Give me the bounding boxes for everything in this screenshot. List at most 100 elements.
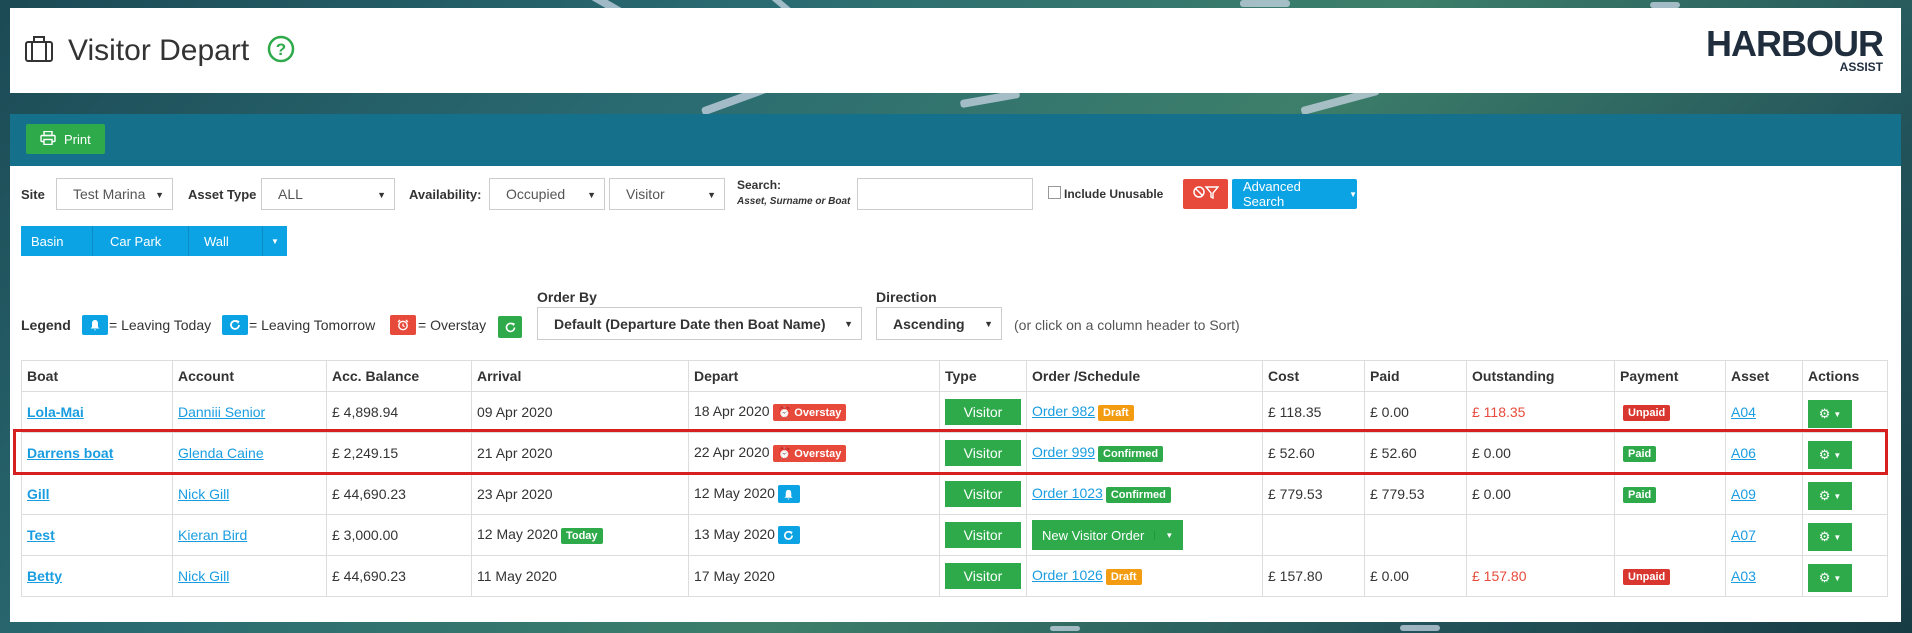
account-link[interactable]: Nick Gill (178, 486, 229, 502)
draft-badge: Draft (1098, 404, 1134, 421)
site-select[interactable]: Test Marina ▼ (56, 178, 173, 210)
paid: £ 0.00 (1364, 555, 1467, 597)
asset-link[interactable]: A04 (1731, 404, 1756, 420)
boat-link[interactable]: Betty (27, 568, 62, 584)
actions-button[interactable]: ⚙ ▼ (1808, 400, 1852, 428)
actions-button[interactable]: ⚙ ▼ (1808, 441, 1852, 469)
actions-button[interactable]: ⚙ ▼ (1808, 523, 1852, 551)
boat-link[interactable]: Darrens boat (27, 445, 113, 461)
actions-button[interactable]: ⚙ ▼ (1808, 482, 1852, 510)
actions-button[interactable]: ⚙ ▼ (1808, 564, 1852, 592)
column-account[interactable]: Account (172, 360, 327, 392)
wall-dropdown[interactable]: Wall ▼ (194, 226, 287, 256)
type-visitor-button[interactable]: Visitor (945, 481, 1021, 507)
type-visitor-button[interactable]: Visitor (945, 440, 1021, 466)
outstanding (1466, 514, 1615, 556)
print-button[interactable]: Print (26, 124, 105, 154)
column-payment[interactable]: Payment (1614, 360, 1726, 392)
clear-filter-icon (1192, 185, 1219, 203)
chevron-down-icon: ▼ (587, 190, 596, 200)
asset-link[interactable]: A09 (1731, 486, 1756, 502)
clear-filter-button[interactable] (1183, 179, 1228, 209)
asset-link[interactable]: A07 (1731, 527, 1756, 543)
site-label: Site (21, 187, 45, 202)
order-link[interactable]: Order 982 (1032, 403, 1095, 419)
account-link[interactable]: Nick Gill (178, 568, 229, 584)
paid (1364, 514, 1467, 556)
asset-type-select[interactable]: ALL ▼ (261, 178, 395, 210)
toolbar: Print (10, 114, 1901, 166)
account-link[interactable]: Kieran Bird (178, 527, 247, 543)
column-type[interactable]: Type (939, 360, 1027, 392)
order-by-label: Order By (537, 289, 597, 305)
column-order-schedule[interactable]: Order /Schedule (1026, 360, 1263, 392)
order-by-select[interactable]: Default (Departure Date then Boat Name) ▼ (537, 307, 862, 340)
depart-cell: 22 Apr 2020 ⏰ Overstay (688, 432, 940, 474)
refresh-icon (777, 526, 800, 545)
table-row: Test Kieran Bird £ 3,000.00 12 May 2020 T… (21, 514, 1888, 556)
direction-select[interactable]: Ascending ▼ (876, 307, 1002, 340)
chevron-down-icon: ▼ (155, 190, 164, 200)
acc-balance: £ 2,249.15 (326, 432, 472, 474)
arrival-date: 21 Apr 2020 (471, 432, 689, 474)
acc-balance: £ 4,898.94 (326, 391, 472, 433)
boat-link[interactable]: Test (27, 527, 55, 543)
outstanding: £ 0.00 (1466, 473, 1615, 515)
column-actions: Actions (1802, 360, 1888, 392)
column-asset[interactable]: Asset (1725, 360, 1803, 392)
account-link[interactable]: Danniii Senior (178, 404, 265, 420)
type-visitor-button[interactable]: Visitor (945, 399, 1021, 425)
asset-link[interactable]: A06 (1731, 445, 1756, 461)
asset-link[interactable]: A03 (1731, 568, 1756, 584)
arrival-cell: 12 May 2020 Today (471, 514, 689, 556)
availability-label: Availability: (409, 187, 482, 202)
type-visitor-button[interactable]: Visitor (945, 563, 1021, 589)
boat-link[interactable]: Gill (27, 486, 50, 502)
legend-leaving-today: = Leaving Today (109, 317, 212, 333)
outstanding: £ 118.35 (1466, 391, 1615, 433)
sync-icon (505, 322, 515, 332)
question-circle-icon[interactable]: ? (267, 35, 295, 67)
cost: £ 118.35 (1262, 391, 1365, 433)
column-boat[interactable]: Boat (21, 360, 173, 392)
column-depart[interactable]: Depart (688, 360, 940, 392)
refresh-button[interactable] (498, 316, 522, 338)
order-link[interactable]: Order 1026 (1032, 567, 1103, 583)
column-acc-balance[interactable]: Acc. Balance (326, 360, 472, 392)
visitor-select[interactable]: Visitor ▼ (609, 178, 725, 210)
table-header-row: Boat Account Acc. Balance Arrival Depart… (21, 360, 1888, 392)
availability-select[interactable]: Occupied ▼ (489, 178, 605, 210)
order-link[interactable]: Order 1023 (1032, 485, 1103, 501)
depart-cell: 18 Apr 2020 ⏰ Overstay (688, 391, 940, 433)
paid: £ 779.53 (1364, 473, 1467, 515)
payment-status-badge: Unpaid (1623, 404, 1671, 421)
type-visitor-button[interactable]: Visitor (945, 522, 1021, 548)
advanced-search-button[interactable]: Advanced Search ▼ (1232, 179, 1357, 209)
column-outstanding[interactable]: Outstanding (1466, 360, 1615, 392)
payment-status-badge: Paid (1623, 486, 1657, 503)
depart-cell: 12 May 2020 (688, 473, 940, 515)
table-row: Lola-Mai Danniii Senior £ 4,898.94 09 Ap… (21, 391, 1888, 433)
gear-icon: ⚙ (1818, 570, 1831, 585)
new-visitor-order-button[interactable]: New Visitor Order ▼ (1032, 520, 1184, 550)
column-arrival[interactable]: Arrival (471, 360, 689, 392)
cost (1262, 514, 1365, 556)
acc-balance: £ 44,690.23 (326, 555, 472, 597)
table-row: Betty Nick Gill £ 44,690.23 11 May 2020 … (21, 555, 1888, 597)
column-cost[interactable]: Cost (1262, 360, 1365, 392)
include-unusable-checkbox[interactable] (1048, 186, 1061, 199)
chevron-down-icon: ▼ (1349, 189, 1357, 199)
gear-icon: ⚙ (1818, 488, 1831, 503)
acc-balance: £ 3,000.00 (326, 514, 472, 556)
arrival-date: 09 Apr 2020 (471, 391, 689, 433)
boat-link[interactable]: Lola-Mai (27, 404, 84, 420)
caret-down-icon: ▼ (1154, 530, 1183, 540)
order-link[interactable]: Order 999 (1032, 444, 1095, 460)
legend-leaving-tomorrow: = Leaving Tomorrow (249, 317, 376, 333)
payment-status-badge: Paid (1623, 445, 1657, 462)
account-link[interactable]: Glenda Caine (178, 445, 264, 461)
column-paid[interactable]: Paid (1364, 360, 1467, 392)
search-input[interactable] (857, 178, 1033, 210)
legend-overstay: = Overstay (418, 317, 487, 333)
chevron-down-icon: ▼ (984, 319, 993, 329)
